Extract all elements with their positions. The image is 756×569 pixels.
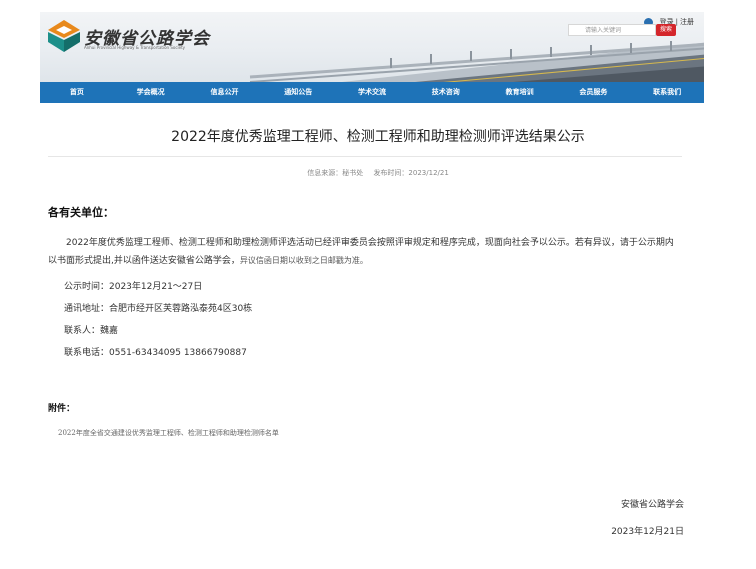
nav-item-notices[interactable]: 通知公告	[261, 82, 335, 103]
greeting: 各有关单位：	[48, 206, 114, 219]
mailing-address: 通讯地址：合肥市经开区芙蓉路泓泰苑4区30栋	[64, 304, 253, 314]
nav-item-about[interactable]: 学会概况	[114, 82, 188, 103]
attachment-link[interactable]: 2022年度全省交通建设优秀监理工程师、检测工程师和助理检测师名单	[58, 428, 279, 438]
register-link[interactable]: 注册	[680, 17, 694, 27]
site-header: 安徽省公路学会 Anhui Provincial Highway & Trans…	[40, 12, 704, 82]
contact-person: 联系人：魏嘉	[64, 326, 119, 336]
article-date: 发布时间：2023/12/21	[373, 169, 449, 177]
main-nav: 首页 学会概况 信息公开 通知公告 学术交流 技术咨询 教育培训 会员服务 联系…	[40, 82, 704, 103]
society-logo[interactable]	[46, 18, 82, 54]
article-source: 信息来源：秘书处	[307, 169, 364, 177]
title-divider	[48, 156, 682, 157]
search-button[interactable]: 搜索	[656, 24, 676, 36]
nav-item-members[interactable]: 会员服务	[556, 82, 630, 103]
publicity-period: 公示时间：2023年12月21～27日	[64, 282, 203, 292]
nav-item-training[interactable]: 教育培训	[483, 82, 557, 103]
paragraph-note: 异议信函日期以收到之日邮戳为准。	[239, 256, 368, 265]
nav-item-home[interactable]: 首页	[40, 82, 114, 103]
contact-phone: 联系电话：0551-63434095 13866790887	[64, 348, 247, 358]
nav-item-contact[interactable]: 联系我们	[630, 82, 704, 103]
nav-item-info-disclosure[interactable]: 信息公开	[188, 82, 262, 103]
site-subtitle: Anhui Provincial Highway & Transportatio…	[84, 45, 186, 50]
nav-item-academic[interactable]: 学术交流	[335, 82, 409, 103]
article-body: 各有关单位： 2022年度优秀监理工程师、检测工程师和助理检测师评选活动已经评审…	[48, 204, 682, 364]
signer: 安徽省公路学会	[620, 500, 684, 510]
nav-item-consulting[interactable]: 技术咨询	[409, 82, 483, 103]
sign-date: 2023年12月21日	[611, 527, 684, 537]
page-title: 2022年度优秀监理工程师、检测工程师和助理检测师评选结果公示	[171, 129, 585, 145]
article-paragraph: 2022年度优秀监理工程师、检测工程师和助理检测师评选活动已经评审委员会按照评审…	[48, 234, 682, 270]
search-input[interactable]: 请输入关键词	[568, 24, 656, 36]
road-banner-image	[249, 41, 704, 82]
attachment-label: 附件：	[48, 404, 76, 414]
article-meta: 信息来源：秘书处 发布时间：2023/12/21	[0, 168, 756, 178]
